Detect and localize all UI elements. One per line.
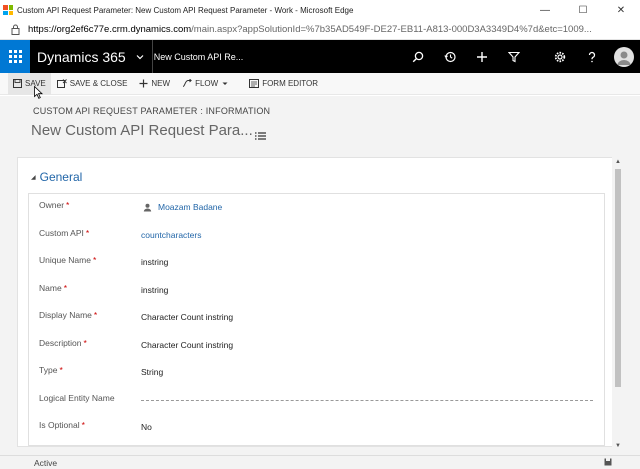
user-avatar[interactable] <box>614 46 634 67</box>
field-label: Name * <box>39 282 67 293</box>
field-label: Owner * <box>39 200 70 210</box>
field-name: Name * instring <box>29 277 606 304</box>
create-new-button[interactable] <box>466 40 498 73</box>
flow-label: FLOW <box>195 79 219 88</box>
app-launcher-button[interactable] <box>0 40 30 73</box>
settings-button[interactable] <box>544 40 576 73</box>
field-label: Logical Entity Name <box>39 392 115 403</box>
browser-window: Custom API Request Parameter: New Custom… <box>0 0 640 469</box>
description-input[interactable]: Character Count instring <box>141 340 233 350</box>
record-status: Active <box>34 458 58 468</box>
section-general-header[interactable]: ◢ General <box>31 170 82 184</box>
history-icon <box>444 51 456 62</box>
flow-button[interactable]: FLOW <box>176 73 237 95</box>
is-optional-toggle[interactable]: No <box>141 422 152 432</box>
field-custom-api: Custom API * countcharacters <box>29 222 606 249</box>
new-button[interactable]: NEW <box>133 73 176 95</box>
nav-divider <box>151 40 153 73</box>
advanced-find-button[interactable] <box>498 40 530 73</box>
general-section: Owner * Moazam Badane Custom API * countch… <box>28 193 605 446</box>
type-select[interactable]: String <box>141 367 163 377</box>
microsoft-logo-icon <box>3 5 13 15</box>
flow-icon <box>182 79 192 87</box>
gear-icon <box>554 51 566 62</box>
lock-icon[interactable] <box>8 24 22 35</box>
general-tab: ◢ General Owner * Moazam Badane Custom AP… <box>17 157 615 447</box>
search-button[interactable] <box>402 40 434 73</box>
save-close-button[interactable]: SAVE & CLOSE <box>51 73 134 95</box>
custom-api-lookup-value[interactable]: countcharacters <box>141 230 201 240</box>
field-description: Description * Character Count instring <box>29 332 606 359</box>
scroll-down-icon[interactable]: ▼ <box>614 442 622 450</box>
section-title: General <box>39 170 83 184</box>
filter-icon <box>508 51 520 62</box>
help-button[interactable] <box>576 40 608 73</box>
person-icon <box>617 51 631 65</box>
field-label: Description * <box>39 337 87 348</box>
field-label: Display Name * <box>39 310 98 320</box>
scroll-thumb[interactable] <box>615 169 621 387</box>
name-input[interactable]: instring <box>141 285 168 295</box>
search-icon <box>412 51 424 62</box>
form-editor-button[interactable]: FORM EDITOR <box>243 73 324 95</box>
display-name-input[interactable]: Character Count instring <box>141 312 233 322</box>
unique-name-input[interactable]: instring <box>141 257 168 267</box>
save-close-icon <box>56 79 67 88</box>
recent-button[interactable] <box>434 40 466 73</box>
field-label: Custom API * <box>39 227 90 238</box>
form-scrollbar[interactable]: ▲ ▼ <box>612 155 624 453</box>
form-entity-label: CUSTOM API REQUEST PARAMETER : INFORMATI… <box>33 106 271 116</box>
field-unique-name: Unique Name * instring <box>29 249 606 276</box>
title-bar: Custom API Request Parameter: New Custom… <box>0 0 640 20</box>
app-brand[interactable]: Dynamics 365 <box>37 49 126 65</box>
address-bar[interactable]: https://org2ef6c77e.crm.dynamics.com/mai… <box>0 20 640 40</box>
field-is-optional: Is Optional * No <box>29 414 606 441</box>
person-icon <box>143 203 152 211</box>
collapse-icon: ◢ <box>31 174 36 181</box>
form-header: CUSTOM API REQUEST PARAMETER : INFORMATI… <box>0 96 640 152</box>
field-owner: Owner * Moazam Badane <box>29 194 606 221</box>
field-type: Type * String <box>29 359 606 386</box>
window-title: Custom API Request Parameter: New Custom… <box>17 5 354 15</box>
form-body: ◢ General Owner * Moazam Badane Custom AP… <box>0 152 640 455</box>
field-display-name: Display Name * Character Count instring <box>29 304 606 331</box>
url-text[interactable]: https://org2ef6c77e.crm.dynamics.com/mai… <box>28 24 592 35</box>
record-title: New Custom API Request Para... <box>31 122 253 139</box>
form-editor-label: FORM EDITOR <box>262 79 319 88</box>
question-icon <box>588 51 596 62</box>
field-label: Is Optional * <box>39 420 85 430</box>
minimize-button[interactable]: — <box>526 0 564 20</box>
close-button[interactable]: ✕ <box>602 0 640 20</box>
waffle-icon <box>8 50 22 63</box>
owner-lookup-value[interactable]: Moazam Badane <box>143 202 222 212</box>
chevron-down-icon <box>222 82 228 85</box>
new-label: NEW <box>151 79 171 88</box>
save-button[interactable]: SAVE <box>8 72 51 95</box>
footer-save-icon[interactable] <box>604 458 612 468</box>
maximize-button[interactable]: ☐ <box>564 0 602 20</box>
plus-icon <box>139 79 148 88</box>
save-close-label: SAVE & CLOSE <box>69 79 128 88</box>
field-logical-entity-name: Logical Entity Name <box>29 387 606 414</box>
plus-icon <box>477 51 487 62</box>
mouse-cursor-icon <box>34 85 43 104</box>
chevron-down-icon[interactable] <box>136 54 144 60</box>
form-selector-icon[interactable] <box>255 127 266 145</box>
logical-entity-name-input[interactable] <box>141 399 593 401</box>
scroll-up-icon[interactable]: ▲ <box>614 158 622 166</box>
save-icon <box>13 79 22 88</box>
field-label: Type * <box>39 365 63 375</box>
status-footer: Active <box>0 455 640 469</box>
field-label: Unique Name * <box>39 255 97 265</box>
nav-entity-title[interactable]: New Custom API Re... <box>154 52 244 62</box>
command-bar: SAVE SAVE & CLOSE NEW FLOW FORM EDITOR <box>0 72 640 95</box>
app-header: Dynamics 365 New Custom API Re... <box>0 40 640 73</box>
form-editor-icon <box>249 79 260 88</box>
